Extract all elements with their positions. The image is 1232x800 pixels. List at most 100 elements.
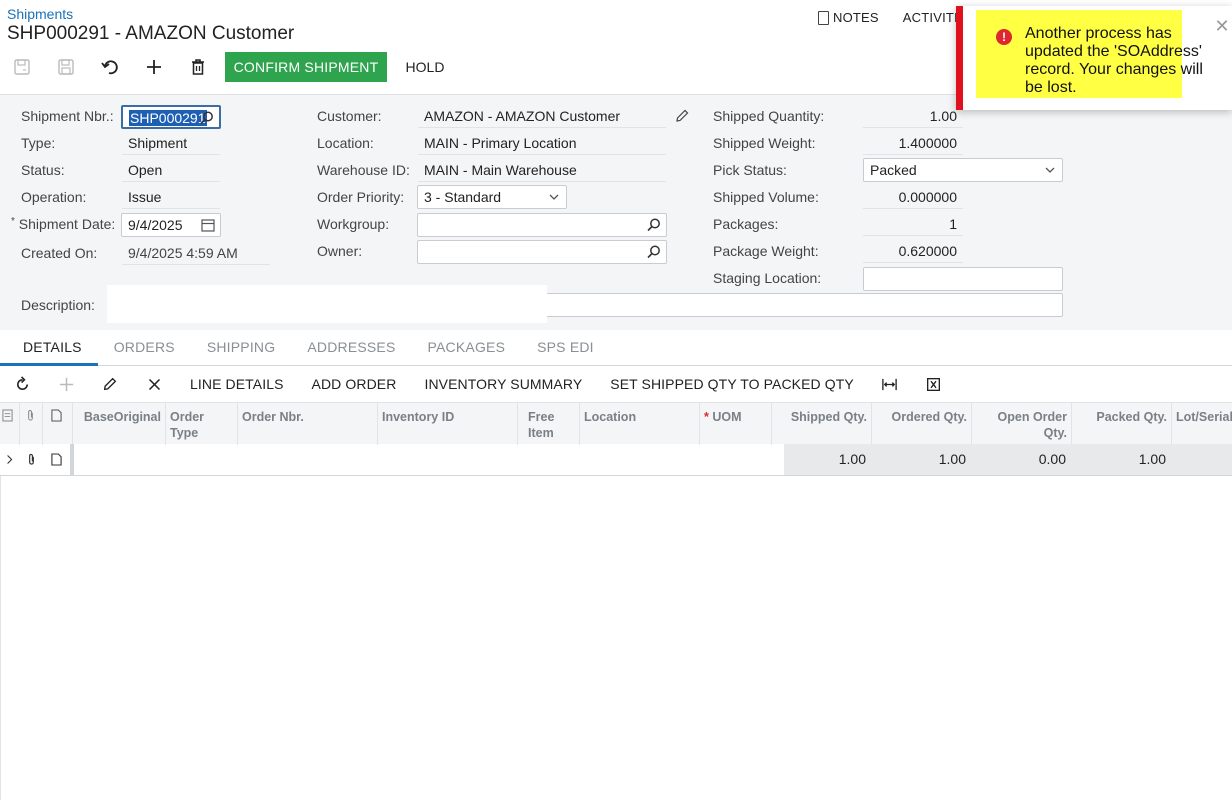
error-toast: ! Another process has updated the 'SOAdd… (956, 6, 1232, 110)
row-selector (70, 444, 74, 475)
status-value: Open (122, 158, 220, 182)
page-title: SHP000291 - AMAZON Customer (7, 23, 295, 44)
shipped-qty-header[interactable]: Shipped Qty. (772, 403, 872, 445)
order-nbr-header[interactable]: Order Nbr. (238, 403, 378, 445)
pick-status-select[interactable]: Packed (863, 158, 1063, 182)
add-order-button[interactable]: ADD ORDER (298, 369, 411, 399)
inventory-summary-button[interactable]: INVENTORY SUMMARY (410, 369, 596, 399)
inventory-id-header[interactable]: Inventory ID (378, 403, 518, 445)
ordered-qty-header[interactable]: Ordered Qty. (872, 403, 972, 445)
chevron-down-icon (1045, 167, 1055, 173)
staging-location-field[interactable] (863, 267, 1063, 291)
undo-icon[interactable] (88, 52, 132, 82)
delete-row-icon[interactable] (132, 369, 176, 399)
ordered-qty-cell[interactable]: 1.00 (872, 444, 972, 475)
lot-serial-cell[interactable] (1172, 444, 1232, 475)
location-header[interactable]: Location (580, 403, 700, 445)
order-priority-select[interactable]: 3 - Standard (417, 185, 567, 209)
search-icon[interactable] (646, 244, 662, 260)
warehouse-value: MAIN - Main Warehouse (418, 158, 666, 182)
toast-accent-bar (956, 6, 963, 110)
type-value: Shipment (122, 131, 220, 155)
grid-header: BaseOriginal Order Type Order Nbr. Inven… (0, 402, 1232, 445)
shipped-qty-cell[interactable]: 1.00 (784, 444, 872, 475)
table-row[interactable]: 1.00 1.00 0.00 1.00 (0, 444, 1232, 476)
search-icon[interactable] (199, 110, 215, 126)
attachment-icon[interactable] (20, 444, 43, 475)
uom-header[interactable]: * UOM (700, 403, 772, 445)
shipped-volume-value: 0.000000 (863, 185, 963, 209)
pick-status-value: Packed (870, 162, 917, 178)
edit-customer-icon[interactable] (674, 108, 690, 124)
add-icon[interactable] (132, 52, 176, 82)
top-links: NOTES ACTIVITI (818, 10, 958, 25)
search-icon[interactable] (646, 217, 662, 233)
required-marker: * (11, 216, 15, 227)
free-item-header[interactable]: Free Item (518, 403, 580, 445)
calendar-icon[interactable] (200, 217, 216, 233)
shipment-nbr-field[interactable]: SHP000291 (121, 105, 221, 129)
open-order-qty-cell[interactable]: 0.00 (972, 444, 1072, 475)
packed-qty-header[interactable]: Packed Qty. (1072, 403, 1172, 445)
workgroup-label: Workgroup: (317, 216, 390, 232)
order-type-header[interactable]: Order Type (166, 403, 238, 445)
export-excel-icon[interactable] (912, 369, 956, 399)
shipment-lines-grid: BaseOriginal Order Type Order Nbr. Inven… (0, 402, 1232, 476)
tab-addresses[interactable]: ADDRESSES (291, 330, 411, 366)
lot-serial-header[interactable]: Lot/Serial (1172, 403, 1232, 445)
pick-status-label: Pick Status: (713, 162, 787, 178)
activities-link[interactable]: ACTIVITI (903, 10, 958, 25)
chevron-down-icon (549, 194, 559, 200)
customer-label: Customer: (317, 108, 382, 124)
delete-icon[interactable] (176, 52, 220, 82)
tab-details[interactable]: DETAILS (0, 330, 98, 366)
required-marker: * (704, 410, 709, 424)
main-toolbar: CONFIRM SHIPMENT HOLD (0, 52, 960, 82)
note-icon (51, 409, 62, 422)
tab-bar: DETAILS ORDERS SHIPPING ADDRESSES PACKAG… (0, 330, 1232, 366)
shipment-summary-form: Shipment Nbr.: SHP000291 Type: Shipment … (0, 94, 1232, 330)
save-icon[interactable] (44, 52, 88, 82)
type-label: Type: (21, 135, 56, 151)
base-original-header[interactable]: BaseOriginal (73, 403, 166, 445)
paperclip-icon (28, 410, 33, 421)
expand-row-icon[interactable] (0, 444, 20, 475)
shipment-date-value: 9/4/2025 (128, 217, 183, 233)
files-column-header (0, 403, 20, 445)
status-label: Status: (21, 162, 65, 178)
tab-sps-edi[interactable]: SPS EDI (521, 330, 610, 366)
shipment-nbr-label: Shipment Nbr.: (21, 108, 114, 124)
files-icon (2, 409, 13, 422)
tab-orders[interactable]: ORDERS (98, 330, 191, 366)
set-shipped-qty-button[interactable]: SET SHIPPED QTY TO PACKED QTY (596, 369, 868, 399)
packed-qty-cell[interactable]: 1.00 (1072, 444, 1172, 475)
description-overlay (107, 285, 547, 323)
tab-packages[interactable]: PACKAGES (412, 330, 522, 366)
line-details-button[interactable]: LINE DETAILS (176, 369, 298, 399)
owner-field[interactable] (417, 240, 667, 264)
fit-columns-icon[interactable] (868, 369, 912, 399)
error-icon: ! (996, 29, 1012, 45)
operation-value: Issue (122, 185, 220, 209)
activities-label: ACTIVITI (902, 10, 958, 25)
shipment-date-field[interactable]: 9/4/2025 (121, 213, 221, 237)
confirm-shipment-button[interactable]: CONFIRM SHIPMENT (225, 52, 387, 82)
notes-label: NOTES (833, 10, 879, 25)
note-icon[interactable] (43, 444, 70, 475)
add-row-icon[interactable] (44, 369, 88, 399)
warehouse-label: Warehouse ID: (317, 162, 410, 178)
tab-shipping[interactable]: SHIPPING (191, 330, 292, 366)
hold-button[interactable]: HOLD (395, 52, 455, 82)
breadcrumb[interactable]: Shipments (7, 6, 73, 22)
order-priority-label: Order Priority: (317, 189, 405, 205)
close-icon[interactable]: ✕ (1212, 16, 1232, 37)
save-close-icon[interactable] (0, 52, 44, 82)
shipped-weight-value: 1.400000 (863, 131, 963, 155)
created-on-value: 9/4/2025 4:59 AM (122, 241, 270, 265)
notes-link[interactable]: NOTES (818, 10, 879, 25)
customer-value: AMAZON - AMAZON Customer (418, 104, 666, 128)
open-order-qty-header[interactable]: Open Order Qty. (972, 403, 1072, 445)
workgroup-field[interactable] (417, 213, 667, 237)
refresh-icon[interactable] (0, 369, 44, 399)
edit-icon[interactable] (88, 369, 132, 399)
